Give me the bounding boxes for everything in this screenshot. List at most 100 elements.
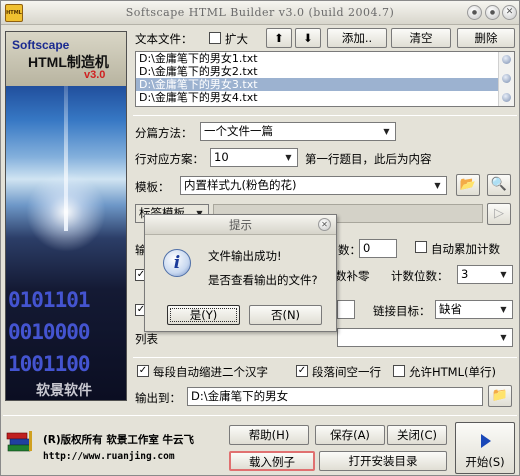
open-install-dir-button[interactable]: 打开安装目录 <box>319 451 447 471</box>
divider <box>133 357 517 358</box>
arrow-up-icon: ⬆ <box>274 31 284 45</box>
close-icon: ✕ <box>321 220 328 229</box>
output-label: 输出到： <box>135 391 181 405</box>
row-plan-note: 第一行题目，此后为内容 <box>305 152 432 166</box>
output-path-input[interactable]: D:\金庸笔下的男女 <box>187 387 483 406</box>
dialog-message-2: 是否查看输出的文件? <box>208 273 318 287</box>
folder-icon: 📁 <box>491 388 509 403</box>
load-example-button[interactable]: 载入例子 <box>229 451 315 471</box>
preview-template-button[interactable]: 🔍 <box>487 174 511 196</box>
expand-label: 扩大 <box>225 32 248 46</box>
dialog-no-button[interactable]: 否(N) <box>249 305 322 325</box>
folder-open-icon: 📂 <box>459 177 477 192</box>
list-item-selected[interactable]: D:\金庸笔下的男女3.txt <box>136 78 498 91</box>
digits-label: 计数位数： <box>391 269 449 283</box>
list-item[interactable]: D:\金庸笔下的男女4.txt <box>136 91 498 104</box>
banner-binary-3: 1001100 <box>8 352 91 376</box>
template-select[interactable]: 内置样式九(粉色的花) ▼ <box>180 176 447 195</box>
allow-html-label: 允许HTML(单行) <box>409 365 496 379</box>
title-bar[interactable]: HTML Softscape HTML Builder v3.0 (build … <box>1 1 519 25</box>
chevron-down-icon: ▼ <box>500 270 507 279</box>
play-arrow-icon <box>481 434 491 448</box>
info-icon: i <box>163 249 191 277</box>
maximize-icon: ● <box>489 9 496 16</box>
close-icon: ✕ <box>505 7 514 17</box>
copyright-text: (R)版权所有 软景工作室 牛云飞 <box>43 434 194 446</box>
file-list-scrollbar[interactable] <box>498 52 514 106</box>
indent-label: 每段自动缩进二个汉字 <box>153 365 268 379</box>
banner-brand: 软景软件 <box>36 383 92 399</box>
move-up-button[interactable]: ⬆ <box>266 28 292 48</box>
product-banner: Softscape HTML制造机 v3.0 0101101 0010000 1… <box>5 31 127 401</box>
chevron-down-icon: ▼ <box>383 127 390 136</box>
dialog-close-button[interactable]: ✕ <box>318 218 331 231</box>
start-label: 开始(S) <box>465 455 505 469</box>
chevron-down-icon: ▼ <box>500 305 507 314</box>
banner-binary-2: 0010000 <box>8 320 91 344</box>
clear-button[interactable]: 清空 <box>391 28 451 48</box>
banner-company: Softscape <box>12 38 70 52</box>
banner-glow <box>26 172 106 252</box>
help-button[interactable]: 帮助(H) <box>229 425 309 445</box>
divider <box>3 415 517 416</box>
allow-html-checkbox[interactable] <box>393 365 405 377</box>
digits-select[interactable]: 3 ▼ <box>457 265 513 284</box>
minimize-button[interactable]: ● <box>467 5 482 20</box>
text-file-label: 文本文件： <box>135 32 193 46</box>
list-style-select[interactable]: ▼ <box>337 328 513 347</box>
indent-checkbox[interactable]: ✓ <box>137 365 149 377</box>
maximize-button[interactable]: ● <box>485 5 500 20</box>
close-window-button[interactable]: ✕ <box>502 5 517 20</box>
scroll-up-icon[interactable] <box>502 55 511 64</box>
split-method-value: 一个文件一篇 <box>204 124 273 138</box>
row-plan-value: 10 <box>214 150 229 164</box>
chevron-down-icon: ▼ <box>500 333 507 342</box>
browse-output-button[interactable]: 📁 <box>488 385 512 407</box>
pad-zero-label: 数补零 <box>335 269 370 283</box>
list-item[interactable]: D:\金庸笔下的男女1.txt <box>136 52 498 65</box>
counter-start-label: 数： <box>338 243 361 257</box>
template-value: 内置样式九(粉色的花) <box>184 178 297 192</box>
row-plan-label: 行对应方案： <box>135 152 204 166</box>
website-link[interactable]: http://www.ruanjing.com <box>43 451 175 462</box>
template-label: 模板： <box>135 180 170 194</box>
row-plan-select[interactable]: 10 ▼ <box>210 148 298 167</box>
link-target-label: 链接目标： <box>373 304 431 318</box>
chevron-down-icon: ▼ <box>434 181 441 190</box>
banner-version: v3.0 <box>84 69 106 81</box>
link-target-select[interactable]: 缺省 ▼ <box>435 300 513 319</box>
blank-line-checkbox[interactable]: ✓ <box>296 365 308 377</box>
link-input-partial[interactable] <box>337 300 355 319</box>
split-method-select[interactable]: 一个文件一篇 ▼ <box>200 122 396 141</box>
expand-checkbox[interactable] <box>209 32 221 44</box>
auto-accumulate-checkbox[interactable] <box>415 241 427 253</box>
digits-value: 3 <box>461 267 469 281</box>
counter-start-input[interactable]: 0 <box>359 239 397 258</box>
close-button[interactable]: 关闭(C) <box>387 425 447 445</box>
delete-button[interactable]: 删除 <box>457 28 515 48</box>
link-target-value: 缺省 <box>439 302 462 316</box>
add-button[interactable]: 添加.. <box>327 28 387 48</box>
list-label-partial: 列表 <box>135 332 158 346</box>
books-logo-icon <box>6 431 32 452</box>
scroll-down-icon[interactable] <box>502 93 511 102</box>
move-down-button[interactable]: ⬇ <box>295 28 321 48</box>
scroll-thumb[interactable] <box>502 74 511 83</box>
minimize-icon: ● <box>471 9 478 16</box>
arrow-down-icon: ⬇ <box>303 31 313 45</box>
chevron-down-icon: ▼ <box>285 153 292 162</box>
list-item[interactable]: D:\金庸笔下的男女2.txt <box>136 65 498 78</box>
dialog-title: 提示 <box>145 215 336 235</box>
file-list[interactable]: D:\金庸笔下的男女1.txt D:\金庸笔下的男女2.txt D:\金庸笔下的… <box>135 51 515 107</box>
auto-accumulate-label: 自动累加计数 <box>431 242 500 256</box>
blank-line-label: 段落间空一行 <box>312 365 381 379</box>
dialog-yes-button[interactable]: 是(Y) <box>167 305 240 325</box>
banner-binary-1: 0101101 <box>8 288 91 312</box>
open-template-button[interactable]: 📂 <box>456 174 480 196</box>
insert-tag-button[interactable]: ▷ <box>487 203 511 225</box>
divider <box>133 115 517 116</box>
start-button[interactable]: 开始(S) <box>455 422 515 474</box>
message-dialog: 提示 ✕ i 文件输出成功! 是否查看输出的文件? 是(Y) 否(N) <box>144 214 337 332</box>
window-title: Softscape HTML Builder v3.0 (build 2004.… <box>125 6 395 19</box>
save-button[interactable]: 保存(A) <box>315 425 385 445</box>
